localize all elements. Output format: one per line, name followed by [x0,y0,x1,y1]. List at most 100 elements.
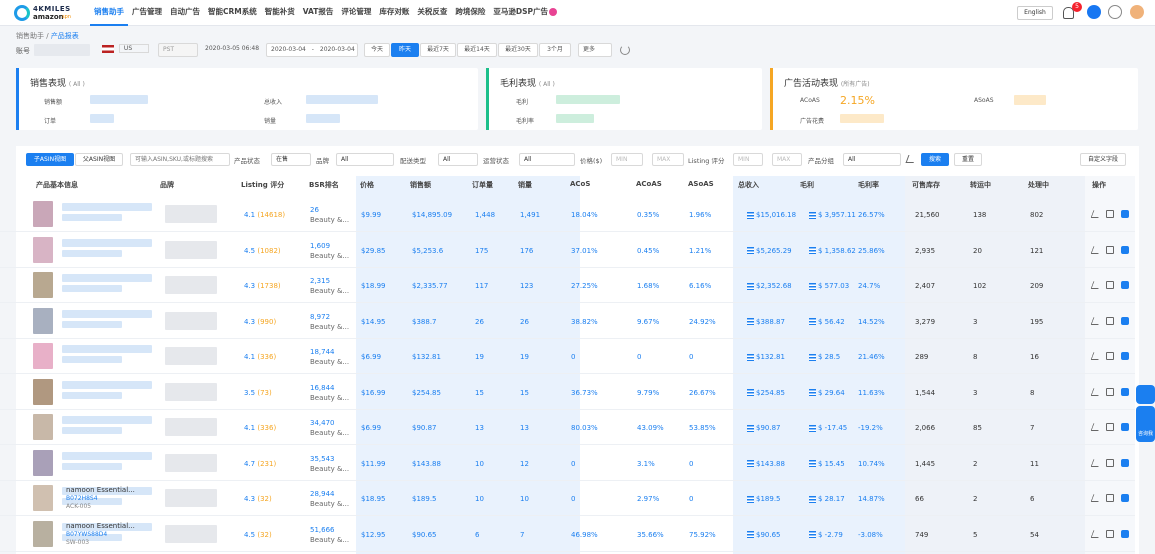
tab-parent-asin[interactable]: 父ASIN视图 [75,153,123,166]
cell-bsr[interactable]: 1,609 [310,242,330,250]
table-row[interactable]: 3.5 (73) 16,844 Beauty &... $16.99 $254.85 15… [0,375,1135,410]
cell-rating[interactable]: 4.1 (336) [244,353,276,361]
detail-list-icon[interactable] [809,495,816,503]
detail-list-icon[interactable] [809,318,816,325]
edit-icon[interactable] [1090,245,1102,254]
product-thumbnail[interactable] [33,485,53,511]
avatar[interactable] [1130,5,1144,19]
product-thumbnail[interactable] [33,272,53,298]
cell-rating[interactable]: 4.3 (32) [244,495,272,503]
quick-30days[interactable]: 最近30天 [498,43,538,57]
detail-list-icon[interactable] [809,424,816,432]
detail-list-icon[interactable] [809,353,816,361]
note-icon[interactable] [1121,423,1129,431]
copy-icon[interactable] [1106,458,1114,467]
col-bsr[interactable]: BSR排名 [309,180,339,196]
copy-icon[interactable] [1106,494,1114,502]
cell-rating[interactable]: 4.1 (14618) [244,211,285,219]
table-row[interactable]: 4.1 (336) 34,470 Beauty &... $6.99 $90.87 13 1… [0,410,1135,445]
detail-list-icon[interactable] [809,389,816,396]
table-row[interactable]: 4.1 (336) 18,744 Beauty &... $6.99 $132.81 19… [0,339,1135,374]
note-icon[interactable] [1121,281,1129,289]
copy-icon[interactable] [1106,529,1114,538]
country-select[interactable]: US [98,43,154,57]
cell-rating[interactable]: 4.1 (336) [244,424,276,432]
col-units[interactable]: 销量 [518,180,532,196]
date-range-picker[interactable]: 2020-03-04 - 2020-03-04 [266,43,358,57]
brand-select[interactable]: All [336,153,394,166]
edit-icon[interactable] [1090,316,1102,325]
edit-icon[interactable] [1090,387,1102,396]
col-sales[interactable]: 销售额 [410,180,431,196]
status-select[interactable]: 在售 [271,153,311,166]
table-row[interactable]: 4.1 (14618) 26 Beauty &... $9.99 $14,895.09 1… [0,197,1135,232]
price-min[interactable]: MIN [611,153,643,166]
cell-rating[interactable]: 4.7 (231) [244,460,276,468]
cell-rating[interactable]: 4.5 (32) [244,531,272,539]
col-revenue[interactable]: 总收入 [738,180,759,196]
nav-crm[interactable]: 智能CRM系统 [204,0,261,26]
edit-icon[interactable] [1090,423,1102,431]
detail-list-icon[interactable] [809,282,816,290]
col-orders[interactable]: 订单量 [472,180,493,196]
copy-icon[interactable] [1106,316,1114,325]
product-thumbnail[interactable] [33,449,53,476]
detail-list-icon[interactable] [747,318,754,325]
cell-rating[interactable]: 4.3 (1738) [244,282,281,290]
note-icon[interactable] [1121,352,1129,360]
detail-list-icon[interactable] [747,353,754,361]
cell-bsr[interactable]: 35,543 [310,455,335,463]
nav-replenish[interactable]: 智能补货 [261,0,299,26]
col-margin[interactable]: 毛利率 [858,180,879,196]
rating-min[interactable]: MIN [733,153,763,166]
nav-reviews[interactable]: 评论管理 [337,0,375,26]
col-price[interactable]: 价格 [360,180,374,196]
col-profit[interactable]: 毛利 [800,180,814,196]
link-icon[interactable] [1108,5,1122,19]
detail-list-icon[interactable] [809,247,816,254]
product-name[interactable]: namoon Essential... [66,522,135,530]
product-thumbnail[interactable] [33,378,53,405]
detail-list-icon[interactable] [747,247,754,254]
cell-bsr[interactable]: 51,666 [310,526,335,534]
detail-list-icon[interactable] [747,424,754,432]
note-icon[interactable] [1121,387,1129,396]
detail-list-icon[interactable] [809,531,816,538]
copy-icon[interactable] [1106,245,1114,254]
col-stock[interactable]: 可售库存 [912,180,940,196]
search-input[interactable] [130,153,230,166]
cell-bsr[interactable]: 16,844 [310,384,335,392]
note-icon[interactable] [1121,210,1129,218]
edit-icon[interactable] [1090,281,1102,289]
table-row[interactable]: 4.3 (990) 8,972 Beauty &... $14.95 $388.7 26 2… [0,304,1135,339]
detail-list-icon[interactable] [747,531,754,538]
detail-list-icon[interactable] [809,211,816,219]
cell-bsr[interactable]: 2,315 [310,277,330,285]
product-asin[interactable]: B072H8S4 [66,495,98,502]
quick-7days[interactable]: 最近7天 [420,43,456,57]
nav-dsp[interactable]: 亚马逊DSP广告 [489,0,561,26]
cell-rating[interactable]: 4.5 (1082) [244,247,281,255]
detail-list-icon[interactable] [747,495,754,503]
language-button[interactable]: English [1017,6,1053,20]
table-row[interactable]: 4.7 (231) 35,543 Beauty &... $11.99 $143.88 1… [0,446,1135,481]
detail-list-icon[interactable] [747,460,754,467]
nav-insurance[interactable]: 跨境保险 [451,0,489,26]
nav-ad-management[interactable]: 广告管理 [128,0,166,26]
col-asoas[interactable]: ASoAS [688,180,714,196]
quick-14days[interactable]: 最近14天 [457,43,497,57]
cell-rating[interactable]: 4.3 (990) [244,318,276,326]
op-select[interactable]: All [519,153,575,166]
custom-fields-button[interactable]: 自定义字段 [1080,153,1126,166]
product-asin[interactable]: B07YWS88D4 [66,531,107,538]
note-icon[interactable] [1121,529,1129,538]
rating-max[interactable]: MAX [772,153,802,166]
edit-icon[interactable] [1090,529,1102,538]
quick-more[interactable]: 更多 [578,43,612,57]
ship-select[interactable]: All [438,153,478,166]
note-icon[interactable] [1121,458,1129,467]
product-thumbnail[interactable] [33,343,53,369]
facebook-icon[interactable] [1087,5,1101,19]
product-thumbnail[interactable] [33,414,53,440]
col-rating[interactable]: Listing 评分 [241,180,284,196]
